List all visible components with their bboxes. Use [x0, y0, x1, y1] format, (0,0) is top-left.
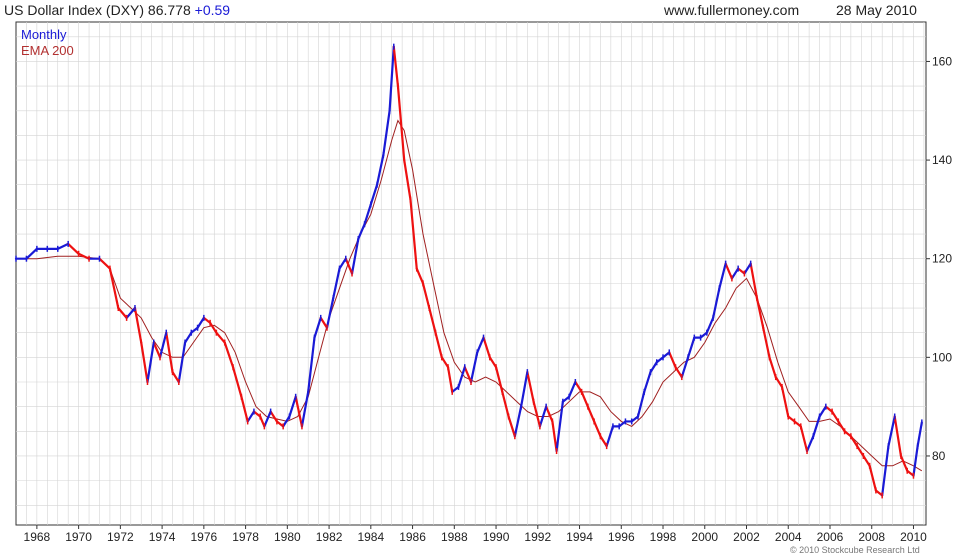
y-tick-label: 80: [932, 449, 946, 463]
x-tick-label: 1978: [232, 530, 259, 544]
x-tick-label: 1982: [316, 530, 343, 544]
x-tick-label: 1994: [566, 530, 593, 544]
x-tick-label: 1998: [650, 530, 677, 544]
y-tick-label: 140: [932, 153, 952, 167]
y-tick-label: 160: [932, 54, 952, 68]
source-website: www.fullermoney.com: [664, 2, 800, 18]
y-tick-label: 100: [932, 350, 952, 364]
x-tick-label: 2000: [691, 530, 718, 544]
x-tick-label: 2006: [817, 530, 844, 544]
x-tick-label: 1970: [65, 530, 92, 544]
chart-title: US Dollar Index (DXY) 86.778 +0.59: [4, 1, 230, 19]
x-tick-label: 1996: [608, 530, 635, 544]
x-tick-label: 1974: [149, 530, 176, 544]
chart-date: 28 May 2010: [836, 2, 917, 18]
x-tick-label: 1976: [190, 530, 217, 544]
price-change: +0.59: [194, 2, 231, 18]
x-tick-label: 2010: [900, 530, 927, 544]
x-tick-label: 1984: [357, 530, 384, 544]
x-tick-label: 2004: [775, 530, 802, 544]
x-tick-label: 1968: [24, 530, 51, 544]
chart-title-text: US Dollar Index (DXY) 86.778: [4, 2, 191, 18]
y-tick-label: 120: [932, 252, 952, 266]
x-tick-label: 1988: [441, 530, 468, 544]
legend-monthly: Monthly: [21, 27, 67, 42]
chart-canvas: 1968 1970 1972 1974 1976 1978 1980 1982 1984 1986…: [14, 21, 952, 544]
legend-ema-200: EMA 200: [21, 43, 74, 58]
x-tick-label: 1980: [274, 530, 301, 544]
copyright-notice: © 2010 Stockcube Research Ltd: [790, 545, 920, 555]
x-tick-label: 2002: [733, 530, 760, 544]
plot-frame: [15, 21, 927, 526]
x-tick-label: 1972: [107, 530, 134, 544]
x-tick-label: 1986: [399, 530, 426, 544]
x-tick-label: 1990: [483, 530, 510, 544]
x-tick-label: 1992: [524, 530, 551, 544]
x-tick-label: 2008: [858, 530, 885, 544]
